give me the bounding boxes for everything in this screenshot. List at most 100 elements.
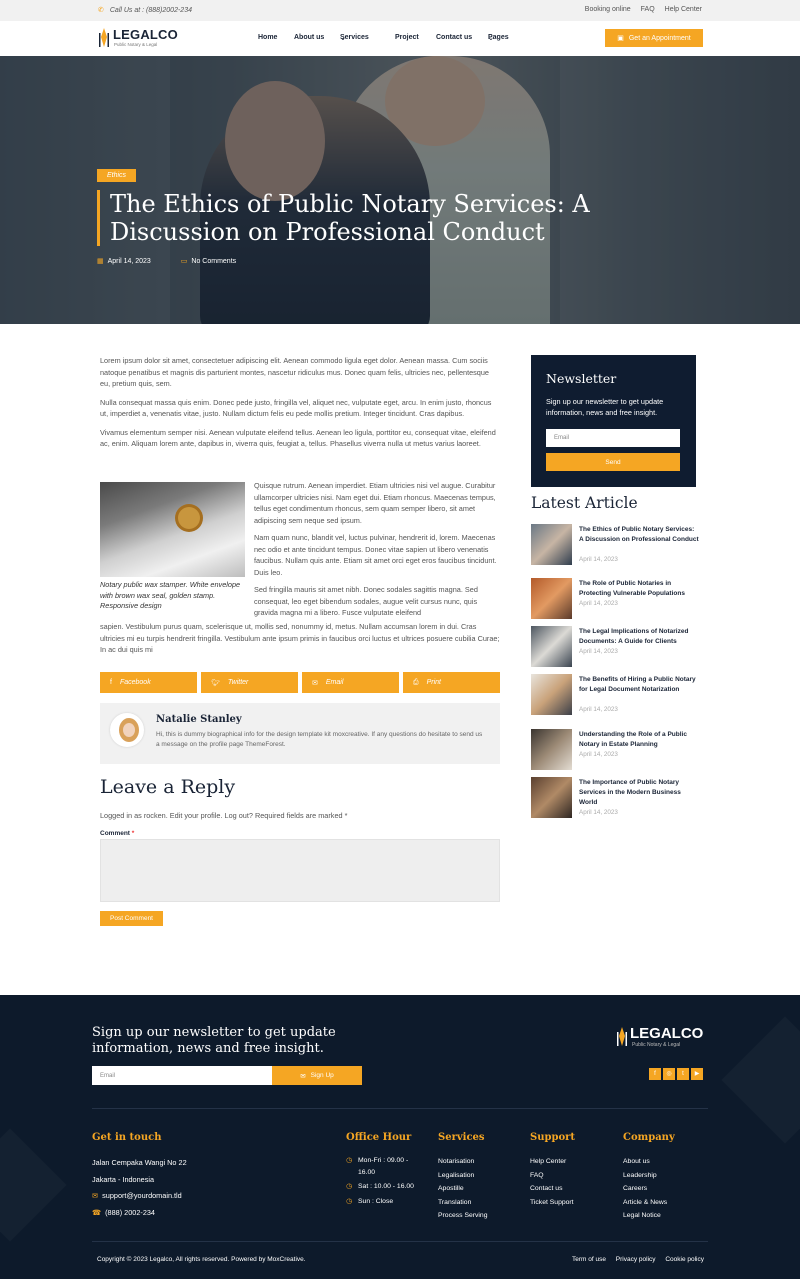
share-print-button[interactable]: ⎙ Print [403,672,500,693]
post-comment-button[interactable]: Post Comment [100,911,163,926]
footer-divider [92,1108,708,1109]
footer-link[interactable]: Careers [623,1182,667,1196]
legal-link-cookie[interactable]: Cookie policy [665,1256,704,1263]
article-title: The Ethics of Public Notary Services: A … [579,526,699,543]
decor-diamond [721,1016,800,1143]
nav-about[interactable]: About us [294,34,324,41]
mail-icon: ✉ [92,1191,99,1200]
pen-logo-icon [99,28,109,47]
footer-link[interactable]: Leadership [623,1169,667,1183]
site-footer: Sign up our newsletter to get update inf… [0,995,800,1279]
company-links: About us Leadership Careers Article & Ne… [623,1155,667,1223]
logged-in-note: Logged in as rocken. Edit your profile. … [100,811,348,820]
article-title: The Importance of Public Notary Services… [579,779,681,806]
article-paragraph: Lorem ipsum dolor sit amet, consectetuer… [100,356,489,388]
post-meta: ▦ April 14, 2023 ▭ No Comments [97,257,264,265]
share-facebook-button[interactable]: f Facebook [100,672,197,693]
author-bio: Hi, this is dummy biographical info for … [156,731,483,748]
phone-icon: ☎ [92,1207,102,1217]
article-date: April 14, 2023 [579,556,618,563]
top-link-faq[interactable]: FAQ [641,6,655,13]
support-title: Support [530,1132,576,1143]
required-mark: * [131,830,135,837]
newsletter-email-input[interactable]: Email [546,429,680,447]
calendar-icon: ▣ [617,35,624,42]
contact-email[interactable]: ✉ support@yourdomain.tld [92,1188,187,1205]
legal-link-privacy[interactable]: Privacy policy [616,1256,656,1263]
footer-link[interactable]: Legalisation [438,1169,488,1183]
instagram-icon[interactable]: ◎ [663,1068,675,1080]
footer-link[interactable]: Article & News [623,1196,667,1210]
office-hour-row: ◷ Sat : 10.00 - 16.00 [346,1181,426,1193]
post-date: ▦ April 14, 2023 [97,258,151,265]
post-title: The Ethics of Public Notary Services: A … [97,190,717,246]
footer-link[interactable]: Translation [438,1196,488,1210]
top-link-help[interactable]: Help Center [665,6,702,13]
office-hour-row: ◷ Sun : Close [346,1196,426,1208]
facebook-icon[interactable]: f [649,1068,661,1080]
contact-phone[interactable]: ☎ (888) 2002-234 [92,1205,187,1222]
support-links: Help Center FAQ Contact us Ticket Suppor… [530,1155,574,1209]
copyright: Copyright © 2023 Legalco, All rights res… [97,1256,306,1263]
top-links: Booking online FAQ Help Center [577,6,702,13]
comment-textarea[interactable] [100,839,500,902]
logo-tagline: Public Notary & Legal [632,1042,681,1048]
footer-link[interactable]: Legal Notice [623,1209,667,1223]
footer-link[interactable]: FAQ [530,1169,574,1183]
footer-link[interactable]: Notarisation [438,1155,488,1169]
calendar-icon: ▦ [97,258,104,265]
article-paragraph: Quisque rutrum. Aenean imperdiet. Etiam … [254,481,496,525]
twitter-icon[interactable]: t [677,1068,689,1080]
top-link-booking[interactable]: Booking online [585,6,631,13]
clock-icon: ◷ [346,1183,352,1190]
footer-email-input[interactable]: Email [92,1066,272,1085]
mail-icon: ✉ [312,679,318,687]
article-thumbnail [531,729,572,770]
article-date: April 14, 2023 [579,648,618,655]
article-thumbnail [531,524,572,565]
article-paragraph: Nam quam nunc, blandit vel, luctus pulvi… [254,533,497,577]
category-badge[interactable]: Ethics [97,169,137,182]
footer-link[interactable]: About us [623,1155,667,1169]
footer-divider [92,1241,708,1242]
article-paragraph: Vivamus elementum semper nisi. Aenean vu… [100,427,496,449]
article-date: April 14, 2023 [579,600,618,607]
article-thumbnail [531,674,572,715]
nav-home[interactable]: Home [258,34,277,41]
footer-signup-button[interactable]: ✉ Sign Up [272,1066,362,1085]
footer-link[interactable]: Process Serving [438,1209,488,1223]
mail-icon: ✉ [300,1072,306,1080]
main-nav: LEGALCO Public Notary & Legal Home About… [0,21,800,56]
hero-banner: Ethics The Ethics of Public Notary Servi… [0,56,800,324]
author-name[interactable]: Natalie Stanley [156,714,242,725]
nav-contact[interactable]: Contact us [436,34,472,41]
legal-link-terms[interactable]: Term of use [572,1256,606,1263]
article-title: The Role of Public Notaries in Protectin… [579,580,685,597]
nav-project[interactable]: Project [395,34,419,41]
footer-link[interactable]: Ticket Support [530,1196,574,1210]
youtube-icon[interactable]: ▶ [691,1068,703,1080]
top-bar: ✆ Call Us at : (888)2002-234 Booking onli… [0,0,800,21]
reply-heading: Leave a Reply [100,776,236,798]
company-title: Company [623,1132,675,1143]
footer-link[interactable]: Apostille [438,1182,488,1196]
footer-link[interactable]: Help Center [530,1155,574,1169]
share-email-button[interactable]: ✉ Email [302,672,399,693]
newsletter-send-button[interactable]: Send [546,453,680,471]
office-hour-row: ◷ Mon-Fri : 09.00 - 16.00 [346,1157,409,1176]
figure-caption: Notary public wax stamper. White envelop… [100,580,241,610]
share-twitter-button[interactable]: 🐦︎ Twitter [201,672,298,693]
wax-seal-image [100,482,245,577]
share-bar: f Facebook 🐦︎ Twitter ✉ Email ⎙ Print [100,672,500,693]
logo-name: LEGALCO [113,27,178,42]
article-paragraph: Nulla consequat massa quis enim. Donec p… [100,397,492,419]
footer-link[interactable]: Contact us [530,1182,574,1196]
appointment-button[interactable]: ▣ Get an Appointment [605,29,703,47]
chevron-down-icon: ⌄ [340,35,346,42]
post-comments[interactable]: ▭ No Comments [181,258,250,265]
call-info: ✆ Call Us at : (888)2002-234 [98,7,192,14]
chevron-down-icon: ⌄ [488,35,494,42]
footer-logo[interactable]: LEGALCO Public Notary & Legal [616,1025,716,1051]
twitter-icon: 🐦︎ [211,679,220,687]
clock-icon: ◷ [346,1197,352,1205]
